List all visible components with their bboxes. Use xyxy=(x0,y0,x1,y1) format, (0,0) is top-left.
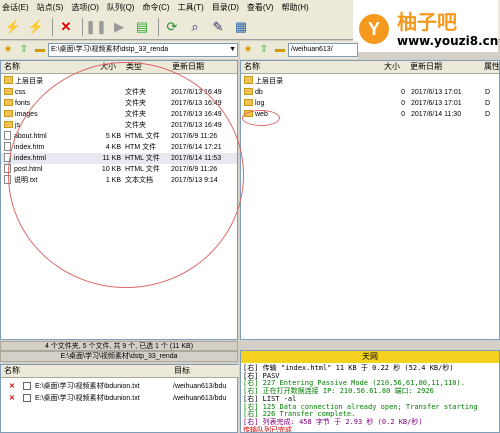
file-name-text: css xyxy=(15,89,26,96)
file-name: db xyxy=(244,87,263,98)
folder-icon xyxy=(4,120,13,128)
toolbar-divider xyxy=(82,17,83,36)
logo-mark: Y xyxy=(359,14,389,44)
search-icon[interactable]: ⌕ xyxy=(185,17,205,37)
file-name: css xyxy=(4,87,26,98)
remote-path-input[interactable]: /weihuan613/ xyxy=(288,43,358,57)
file-attr: D xyxy=(485,111,491,118)
queue-header-name[interactable]: 名称 xyxy=(1,365,171,378)
folder-icon xyxy=(244,87,253,95)
logo-url: www.youzi8.cn xyxy=(397,34,499,48)
file-name: log xyxy=(244,98,264,109)
file-attr: D xyxy=(485,89,491,96)
file-size: 0 xyxy=(401,89,405,96)
col-header-date[interactable]: 更新日期 xyxy=(407,61,481,74)
col-header-date[interactable]: 更新日期 xyxy=(169,61,237,74)
file-size: 0 xyxy=(401,111,405,118)
remote-status-strip xyxy=(240,341,500,350)
col-header-name[interactable]: 名称 xyxy=(241,61,381,74)
checkbox[interactable] xyxy=(23,394,31,402)
file-name: fonts xyxy=(4,98,30,109)
queue-item-target: /weihuan613/bdu xyxy=(173,383,227,390)
logo-title: 柚子吧 xyxy=(397,10,457,34)
up-directory-icon xyxy=(244,76,253,85)
log-title: 天网 xyxy=(241,351,499,363)
file-date: 2017/6/13 17:01 xyxy=(411,89,462,96)
edit-icon[interactable]: ✎ xyxy=(208,17,228,37)
file-date: 2017/6/13 17:01 xyxy=(411,100,462,107)
menu-tools[interactable]: 工具(T) xyxy=(178,2,204,13)
file-row[interactable]: db 0 2017/6/13 17:01 D xyxy=(241,87,499,98)
local-path-input[interactable]: E:\桌面\学习\视频素材\dstp_33_renda ▼ xyxy=(48,43,238,57)
chevron-down-icon[interactable]: ▼ xyxy=(229,44,236,56)
folder-icon xyxy=(4,87,13,95)
queue-row[interactable]: ✕ E:\桌面\学习\视频素材\bdunion.txt/weihuan613/bd… xyxy=(1,393,237,404)
view-icon[interactable]: ▦ xyxy=(231,17,251,37)
refresh-icon[interactable]: ⟳ xyxy=(162,17,182,37)
file-name-text: 上层目录 xyxy=(255,78,283,85)
star-icon[interactable]: ★ xyxy=(2,44,14,56)
file-row[interactable]: log 0 2017/6/13 17:01 D xyxy=(241,98,499,109)
star-icon[interactable]: ★ xyxy=(242,44,254,56)
remove-icon[interactable]: ✕ xyxy=(9,393,15,404)
file-name: 上层目录 xyxy=(4,76,43,87)
file-date: 2017/6/14 11:30 xyxy=(411,111,462,118)
queue-icon[interactable]: ▤ xyxy=(132,17,152,37)
folder-icon: ▬ xyxy=(35,44,45,55)
transfer-queue[interactable]: 名称 目标 ✕ E:\桌面\学习\视频素材\bdunion.txt/weihuan… xyxy=(0,364,239,433)
menu-queue[interactable]: 队列(Q) xyxy=(107,2,135,13)
menu-commands[interactable]: 命令(C) xyxy=(142,2,169,13)
remote-file-list[interactable]: 名称 大小 更新日期 属性 上层目录 db 0 2017/6/13 17:01 Dlog… xyxy=(240,60,500,340)
menu-help[interactable]: 帮助(H) xyxy=(282,2,309,13)
col-header-size[interactable]: 大小 xyxy=(381,61,407,74)
local-path-text: E:\桌面\学习\视频素材\dstp_33_renda xyxy=(51,46,169,53)
log-line: 传输队列已完成 xyxy=(243,425,292,433)
file-row[interactable]: 上层目录 xyxy=(241,76,499,87)
remote-path-text: /weihuan613/ xyxy=(291,46,333,53)
folder-icon xyxy=(4,98,13,106)
remote-address-bar: ★ ⇧ ▬ /weihuan613/ xyxy=(240,41,358,59)
highlight-circle-web xyxy=(242,110,280,126)
folder-icon xyxy=(244,98,253,106)
folder-icon xyxy=(4,109,13,117)
queue-header-target[interactable]: 目标 xyxy=(171,365,239,378)
menu-directory[interactable]: 目录(D) xyxy=(212,2,239,13)
col-header-attr[interactable]: 属性 xyxy=(481,61,499,74)
disconnect-icon[interactable]: ⚡ xyxy=(26,17,46,37)
connect-icon[interactable]: ⚡ xyxy=(3,17,23,37)
highlight-circle-local xyxy=(8,62,244,288)
folder-icon: ▬ xyxy=(275,44,285,55)
file-name-text: fonts xyxy=(15,100,31,107)
queue-item-name: E:\桌面\学习\视频素材\bdunion.txt xyxy=(35,383,140,390)
file-size: 0 xyxy=(401,100,405,107)
transfer-icon[interactable]: ▶ xyxy=(109,17,129,37)
up-folder-icon[interactable]: ⇧ xyxy=(18,44,30,56)
stop-icon[interactable]: ✕ xyxy=(56,17,76,37)
menu-sites[interactable]: 站点(S) xyxy=(37,2,64,13)
pause-icon[interactable]: ❚❚ xyxy=(85,17,107,37)
toolbar-divider xyxy=(158,17,159,36)
toolbar-divider xyxy=(52,17,53,36)
file-name-text: log xyxy=(255,100,265,107)
file-icon xyxy=(4,130,11,140)
session-log[interactable]: 天网 [右] 传输 "index.html" 11 KB 于 0.22 秒 (5… xyxy=(240,350,500,433)
queue-item-target: /weihuan613/bdu xyxy=(173,395,227,402)
queue-row[interactable]: ✕ E:\桌面\学习\视频素材\bdunion.txt/weihuan613/bd… xyxy=(1,381,237,392)
menu-options[interactable]: 选项(O) xyxy=(71,2,99,13)
queue-item-name: E:\桌面\学习\视频素材\bdunion.txt xyxy=(35,395,140,402)
remove-icon[interactable]: ✕ xyxy=(9,381,15,392)
local-status-summary: 4 个文件夹, 5 个文件, 共 9 个, 已选 1 个 (11 KB) xyxy=(0,341,238,351)
file-attr: D xyxy=(485,100,491,107)
up-folder-icon[interactable]: ⇧ xyxy=(258,44,270,56)
menu-view[interactable]: 查看(V) xyxy=(247,2,274,13)
youzi8-logo: Y 柚子吧 www.youzi8.cn xyxy=(353,0,498,52)
file-name: 上层目录 xyxy=(244,76,283,87)
local-address-bar: ★ ⇧ ▬ E:\桌面\学习\视频素材\dstp_33_renda ▼ xyxy=(0,41,238,59)
menu-session[interactable]: 会话(E) xyxy=(2,2,29,13)
file-name-text: db xyxy=(255,89,263,96)
up-directory-icon xyxy=(4,76,13,85)
file-name-text: 上层目录 xyxy=(15,78,43,85)
checkbox[interactable] xyxy=(23,382,31,390)
local-status-path: E:\桌面\学习\视频素材\dstp_33_renda xyxy=(0,351,238,362)
